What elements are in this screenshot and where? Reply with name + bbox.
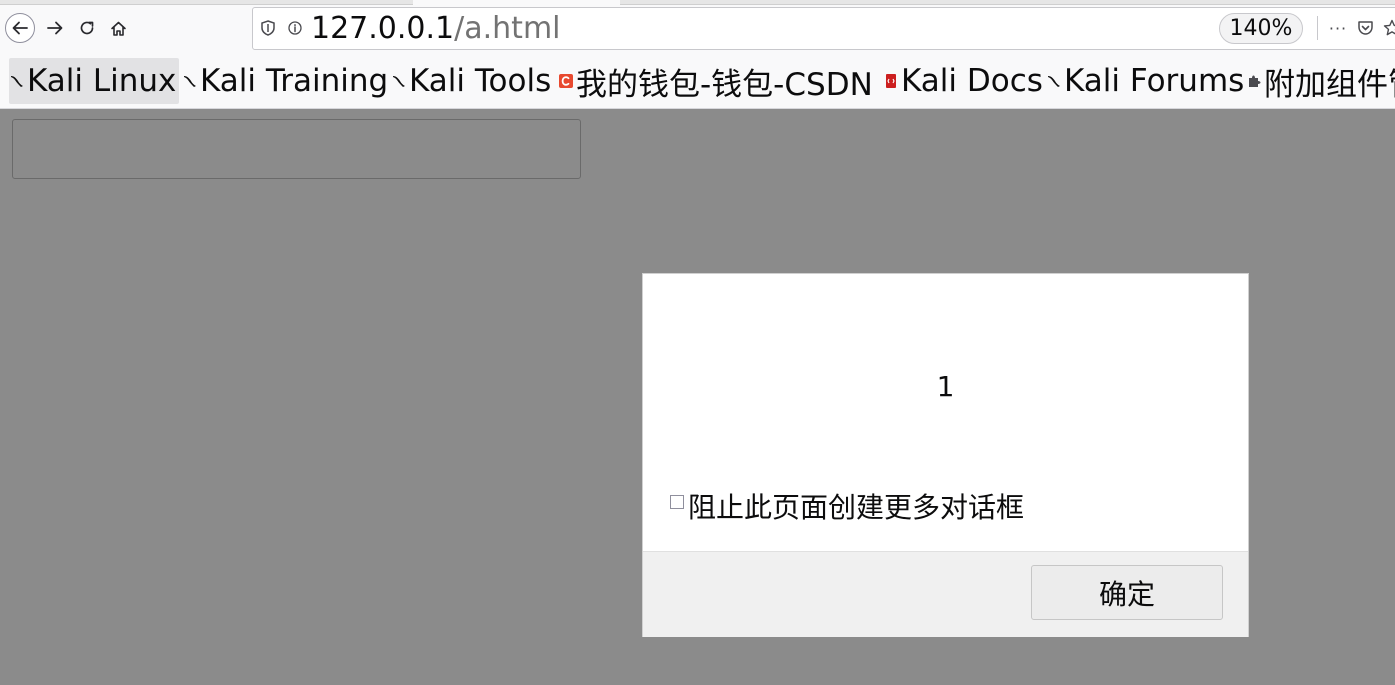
home-button[interactable] [103,13,133,43]
bookmark-label: Kali Tools [409,63,552,99]
reload-icon [80,21,94,35]
back-button[interactable] [5,13,35,43]
csdn-icon [559,74,573,88]
bookmark-label: Kali Linux [27,63,177,99]
kali-dragon-icon [1048,76,1060,87]
url-bar-divider [1317,16,1318,40]
bookmark-kali-tools[interactable]: Kali Tools [391,58,551,104]
reload-button[interactable] [72,13,102,43]
alert-dialog: 1 阻止此页面创建更多对话框 确定 [642,273,1249,637]
url-bar[interactable]: 127.0.0.1/a.html 140% ··· [252,7,1395,50]
browser-toolbar: 127.0.0.1/a.html 140% ··· [0,0,1395,58]
kali-dragon-icon [184,76,196,87]
bookmark-label: 我的钱包-钱包-CSDN [576,66,873,103]
more-icon[interactable]: ··· [1327,17,1349,39]
kali-dragon-icon [11,76,23,87]
bookmark-addons[interactable]: 附加组件管 [1246,58,1395,104]
kali-dragon-icon [393,76,405,87]
kali-docs-icon [886,74,896,88]
forward-button[interactable] [40,13,70,43]
pocket-icon[interactable] [1354,17,1376,39]
forward-arrow-icon [47,21,63,35]
block-dialogs-checkbox-label[interactable]: 阻止此页面创建更多对话框 [688,486,1024,526]
back-arrow-icon [12,21,28,35]
bookmarks-toolbar: Kali Linux Kali Training Kali Tools 我的钱包… [0,58,1395,109]
star-icon[interactable] [1381,17,1395,39]
tab-strip [0,0,1395,5]
bookmark-label: Kali Docs [901,63,1043,99]
bookmark-kali-forums[interactable]: Kali Forums [1046,58,1244,104]
page-text-input[interactable] [12,119,581,179]
home-icon [110,21,126,36]
dialog-footer: 确定 [643,551,1248,637]
zoom-level-badge[interactable]: 140% [1219,13,1303,44]
bookmark-label: Kali Training [200,63,389,99]
dialog-message: 1 [936,370,955,403]
url-text[interactable]: 127.0.0.1/a.html [311,12,561,46]
active-tab[interactable] [413,0,620,5]
bookmark-kali-linux[interactable]: Kali Linux [9,58,180,104]
puzzle-piece-icon [1249,75,1261,87]
bookmark-csdn-wallet[interactable]: 我的钱包-钱包-CSDN [558,58,873,104]
bookmark-kali-training[interactable]: Kali Training [182,58,388,104]
url-host: 127.0.0.1 [311,11,455,46]
bookmark-label: Kali Forums [1064,63,1245,99]
block-dialogs-checkbox[interactable] [670,495,684,509]
ok-button[interactable]: 确定 [1031,565,1223,620]
info-icon[interactable] [284,17,306,39]
bookmark-kali-docs[interactable]: Kali Docs [883,58,1043,104]
url-path: /a.html [454,11,561,46]
bookmark-label: 附加组件管 [1264,66,1395,103]
shield-icon[interactable] [257,17,279,39]
